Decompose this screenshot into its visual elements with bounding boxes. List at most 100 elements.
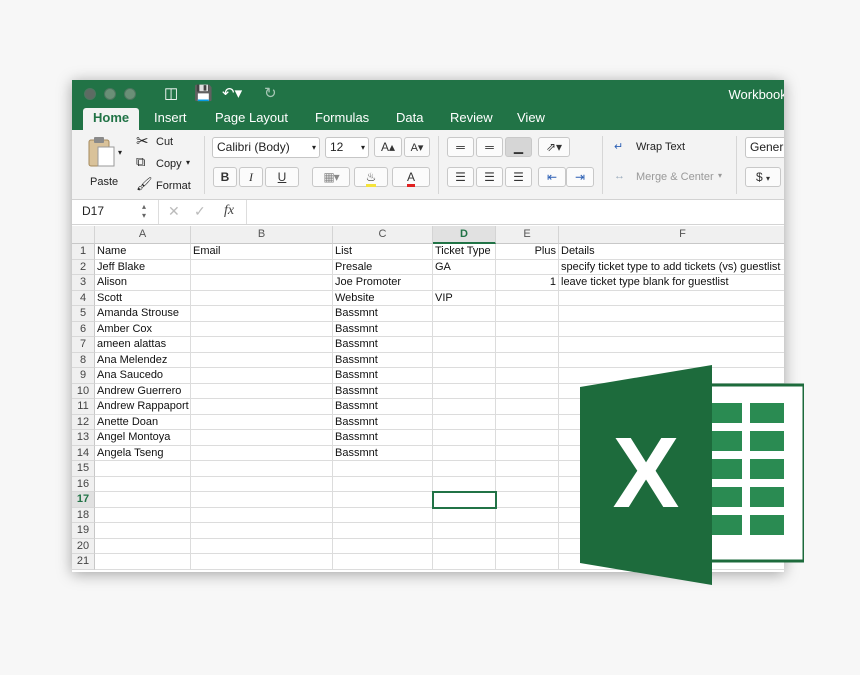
cell-d13[interactable] — [433, 430, 496, 446]
cell-b18[interactable] — [191, 507, 333, 523]
cell-a10[interactable]: Andrew Guerrero — [95, 383, 191, 399]
orientation-button[interactable]: ⇗▾ — [538, 137, 570, 157]
cell-b4[interactable] — [191, 290, 333, 306]
tab-review[interactable]: Review — [440, 108, 503, 130]
cell-c17[interactable] — [333, 492, 433, 508]
select-all-corner[interactable] — [72, 226, 95, 244]
cell-f7[interactable] — [559, 337, 784, 353]
align-bottom-button[interactable]: ▁ — [505, 137, 532, 157]
font-size-select[interactable]: 12 ▾ — [325, 137, 369, 158]
cell-c11[interactable]: Bassmnt — [333, 399, 433, 415]
row-header[interactable]: 16 — [72, 476, 95, 492]
cell-d20[interactable] — [433, 538, 496, 554]
align-left-button[interactable]: ☰ — [447, 167, 474, 187]
cell-f3[interactable]: leave ticket type blank for guestlist — [559, 275, 784, 291]
cell-a8[interactable]: Ana Melendez — [95, 352, 191, 368]
currency-button[interactable]: $ ▾ — [745, 167, 781, 187]
cell-c12[interactable]: Bassmnt — [333, 414, 433, 430]
number-format-select[interactable]: Gener — [745, 137, 784, 158]
cell-e17[interactable] — [496, 492, 559, 508]
row-header[interactable]: 15 — [72, 461, 95, 477]
cell-e19[interactable] — [496, 523, 559, 539]
row-header[interactable]: 20 — [72, 538, 95, 554]
cell-d19[interactable] — [433, 523, 496, 539]
cell-f5[interactable] — [559, 306, 784, 322]
row-header[interactable]: 11 — [72, 399, 95, 415]
cell-e9[interactable] — [496, 368, 559, 384]
cell-b20[interactable] — [191, 538, 333, 554]
cell-d14[interactable] — [433, 445, 496, 461]
row-header[interactable]: 21 — [72, 554, 95, 570]
cell-e5[interactable] — [496, 306, 559, 322]
cell-a16[interactable] — [95, 476, 191, 492]
tab-data[interactable]: Data — [386, 108, 433, 130]
cell-a11[interactable]: Andrew Rappaport — [95, 399, 191, 415]
zoom-window-button[interactable] — [124, 88, 136, 100]
increase-font-size-button[interactable]: A▴ — [374, 137, 402, 157]
align-center-button[interactable]: ☰ — [476, 167, 503, 187]
row-header[interactable]: 12 — [72, 414, 95, 430]
cell-e3[interactable]: 1 — [496, 275, 559, 291]
cell-b13[interactable] — [191, 430, 333, 446]
cell-a14[interactable]: Angela Tseng — [95, 445, 191, 461]
row-header[interactable]: 10 — [72, 383, 95, 399]
cell-d12[interactable] — [433, 414, 496, 430]
cell-a1[interactable]: Name — [95, 244, 191, 260]
cell-d9[interactable] — [433, 368, 496, 384]
cell-b1[interactable]: Email — [191, 244, 333, 260]
cell-d10[interactable] — [433, 383, 496, 399]
cut-button[interactable]: Cut — [156, 136, 173, 148]
cell-c21[interactable] — [333, 554, 433, 570]
cell-a13[interactable]: Angel Montoya — [95, 430, 191, 446]
column-header-a[interactable]: A — [95, 226, 191, 244]
column-header-c[interactable]: C — [333, 226, 433, 244]
cell-c13[interactable]: Bassmnt — [333, 430, 433, 446]
row-header[interactable]: 4 — [72, 290, 95, 306]
cell-e15[interactable] — [496, 461, 559, 477]
cell-c19[interactable] — [333, 523, 433, 539]
insert-function-button[interactable]: fx — [224, 203, 234, 219]
row-header[interactable]: 13 — [72, 430, 95, 446]
cell-c8[interactable]: Bassmnt — [333, 352, 433, 368]
undo-icon[interactable]: ↶▾ — [222, 85, 242, 103]
column-header-e[interactable]: E — [496, 226, 559, 244]
redo-icon[interactable]: ↻ — [264, 85, 277, 103]
cell-e10[interactable] — [496, 383, 559, 399]
align-middle-button[interactable]: ═ — [476, 137, 503, 157]
cell-b5[interactable] — [191, 306, 333, 322]
cell-b8[interactable] — [191, 352, 333, 368]
decrease-font-size-button[interactable]: A▾ — [404, 137, 430, 157]
cell-a17[interactable] — [95, 492, 191, 508]
cell-b6[interactable] — [191, 321, 333, 337]
cell-b9[interactable] — [191, 368, 333, 384]
cell-a19[interactable] — [95, 523, 191, 539]
cell-c5[interactable]: Bassmnt — [333, 306, 433, 322]
cell-c4[interactable]: Website — [333, 290, 433, 306]
cell-c9[interactable]: Bassmnt — [333, 368, 433, 384]
cell-a12[interactable]: Anette Doan — [95, 414, 191, 430]
cell-d3[interactable] — [433, 275, 496, 291]
cell-d18[interactable] — [433, 507, 496, 523]
cell-a4[interactable]: Scott — [95, 290, 191, 306]
minimize-window-button[interactable] — [104, 88, 116, 100]
cell-b17[interactable] — [191, 492, 333, 508]
cell-b16[interactable] — [191, 476, 333, 492]
cell-d7[interactable] — [433, 337, 496, 353]
cell-e21[interactable] — [496, 554, 559, 570]
cell-b19[interactable] — [191, 523, 333, 539]
cell-d5[interactable] — [433, 306, 496, 322]
cell-c10[interactable]: Bassmnt — [333, 383, 433, 399]
cell-a3[interactable]: Alison — [95, 275, 191, 291]
cell-a18[interactable] — [95, 507, 191, 523]
cell-e6[interactable] — [496, 321, 559, 337]
cell-f4[interactable] — [559, 291, 784, 306]
cell-d8[interactable] — [433, 352, 496, 368]
save-icon[interactable]: 💾 — [194, 85, 213, 103]
cell-c1[interactable]: List — [333, 244, 433, 260]
name-box-stepper-icon[interactable]: ▴ ▾ — [142, 202, 146, 220]
align-top-button[interactable]: ═ — [447, 137, 474, 157]
merge-dropdown-icon[interactable]: ▾ — [718, 171, 722, 180]
cell-e4[interactable] — [496, 290, 559, 306]
borders-button[interactable]: ▦▾ — [312, 167, 350, 187]
cell-b2[interactable] — [191, 259, 333, 275]
